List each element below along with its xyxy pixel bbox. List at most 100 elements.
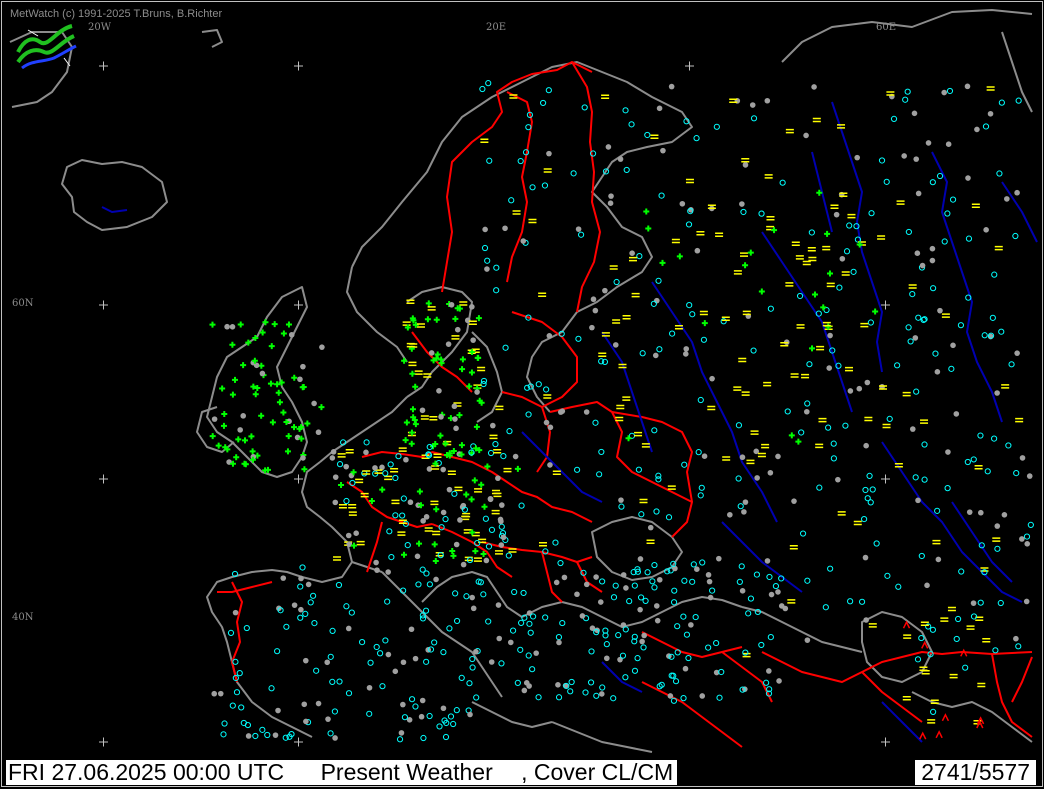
station-marker[interactable] [553, 579, 560, 586]
station-marker[interactable] [863, 442, 869, 449]
station-marker[interactable] [526, 683, 532, 689]
station-marker[interactable] [706, 578, 713, 585]
station-marker[interactable] [668, 83, 675, 90]
station-marker[interactable] [324, 659, 331, 666]
station-marker[interactable] [440, 509, 447, 516]
station-marker[interactable] [583, 409, 590, 415]
station-marker[interactable] [682, 665, 689, 672]
station-marker[interactable] [775, 589, 781, 595]
station-marker[interactable] [325, 716, 331, 722]
station-marker[interactable] [453, 541, 460, 548]
station-marker[interactable] [305, 581, 312, 588]
station-marker[interactable] [423, 514, 430, 520]
station-marker[interactable] [749, 102, 756, 108]
station-marker[interactable] [470, 337, 476, 343]
station-marker[interactable] [464, 317, 471, 324]
station-marker[interactable] [433, 576, 439, 583]
station-marker[interactable] [1014, 189, 1020, 196]
station-marker[interactable] [639, 638, 645, 645]
station-marker[interactable] [593, 574, 599, 580]
station-marker[interactable] [826, 365, 833, 371]
station-marker[interactable] [935, 556, 942, 563]
station-marker[interactable] [994, 390, 1000, 396]
station-marker[interactable] [623, 585, 629, 591]
station-marker[interactable] [629, 250, 635, 256]
station-marker[interactable] [637, 556, 644, 562]
station-marker[interactable] [453, 425, 459, 432]
station-marker[interactable] [232, 609, 239, 616]
station-marker[interactable] [656, 576, 663, 583]
station-marker[interactable] [533, 650, 539, 656]
station-marker[interactable] [498, 518, 504, 525]
station-marker[interactable] [557, 409, 564, 415]
station-marker[interactable] [583, 581, 590, 588]
station-marker[interactable] [319, 344, 325, 350]
station-marker[interactable] [1004, 196, 1010, 202]
station-marker[interactable] [403, 456, 409, 463]
station-marker[interactable] [575, 226, 582, 232]
station-marker[interactable] [974, 126, 980, 133]
station-marker[interactable] [994, 523, 1001, 529]
station-marker[interactable] [329, 455, 336, 461]
station-marker[interactable] [688, 622, 694, 628]
station-marker[interactable] [715, 555, 722, 562]
station-marker[interactable] [811, 84, 817, 90]
station-marker[interactable] [543, 419, 550, 426]
station-marker[interactable] [512, 453, 519, 460]
station-marker[interactable] [440, 705, 447, 712]
station-marker[interactable] [914, 250, 921, 257]
station-marker[interactable] [372, 465, 378, 471]
station-marker[interactable] [366, 684, 373, 691]
station-marker[interactable] [467, 711, 473, 718]
station-marker[interactable] [546, 333, 553, 339]
station-marker[interactable] [603, 655, 610, 662]
station-marker[interactable] [460, 561, 467, 568]
station-marker[interactable] [804, 637, 811, 643]
station-marker[interactable] [607, 200, 614, 206]
station-marker[interactable] [499, 502, 505, 508]
station-marker[interactable] [400, 701, 406, 708]
station-marker[interactable] [1026, 473, 1033, 479]
station-marker[interactable] [775, 453, 781, 460]
station-marker[interactable] [694, 247, 701, 254]
station-marker[interactable] [864, 379, 871, 386]
station-marker[interactable] [301, 701, 308, 708]
station-marker[interactable] [937, 307, 943, 314]
station-marker[interactable] [502, 225, 508, 232]
station-marker[interactable] [911, 110, 918, 117]
station-marker[interactable] [590, 296, 597, 303]
station-marker[interactable] [919, 262, 926, 269]
station-marker[interactable] [709, 375, 715, 382]
station-marker[interactable] [612, 342, 619, 348]
station-marker[interactable] [385, 651, 392, 658]
station-marker[interactable] [965, 175, 971, 181]
station-marker[interactable] [482, 226, 488, 233]
station-marker[interactable] [727, 511, 733, 518]
station-marker[interactable] [766, 668, 772, 674]
station-marker[interactable] [445, 341, 452, 347]
station-marker[interactable] [641, 632, 647, 639]
station-marker[interactable] [839, 255, 846, 262]
station-marker[interactable] [379, 464, 385, 471]
station-marker[interactable] [929, 245, 936, 252]
station-marker[interactable] [656, 105, 663, 112]
station-marker[interactable] [555, 682, 561, 688]
station-marker[interactable] [311, 400, 317, 407]
station-marker[interactable] [617, 156, 624, 162]
station-marker[interactable] [660, 147, 666, 154]
station-marker[interactable] [863, 617, 869, 623]
station-marker[interactable] [300, 455, 306, 461]
station-marker[interactable] [764, 97, 771, 104]
station-marker[interactable] [547, 462, 553, 468]
station-marker[interactable] [473, 648, 479, 655]
station-marker[interactable] [561, 574, 568, 581]
station-marker[interactable] [488, 659, 495, 665]
station-marker[interactable] [654, 297, 660, 304]
station-marker[interactable] [862, 554, 869, 561]
station-marker[interactable] [414, 553, 421, 560]
station-marker[interactable] [602, 287, 608, 294]
station-marker[interactable] [966, 509, 973, 515]
station-marker[interactable] [454, 326, 461, 333]
station-marker[interactable] [682, 351, 689, 357]
station-marker[interactable] [452, 416, 458, 422]
